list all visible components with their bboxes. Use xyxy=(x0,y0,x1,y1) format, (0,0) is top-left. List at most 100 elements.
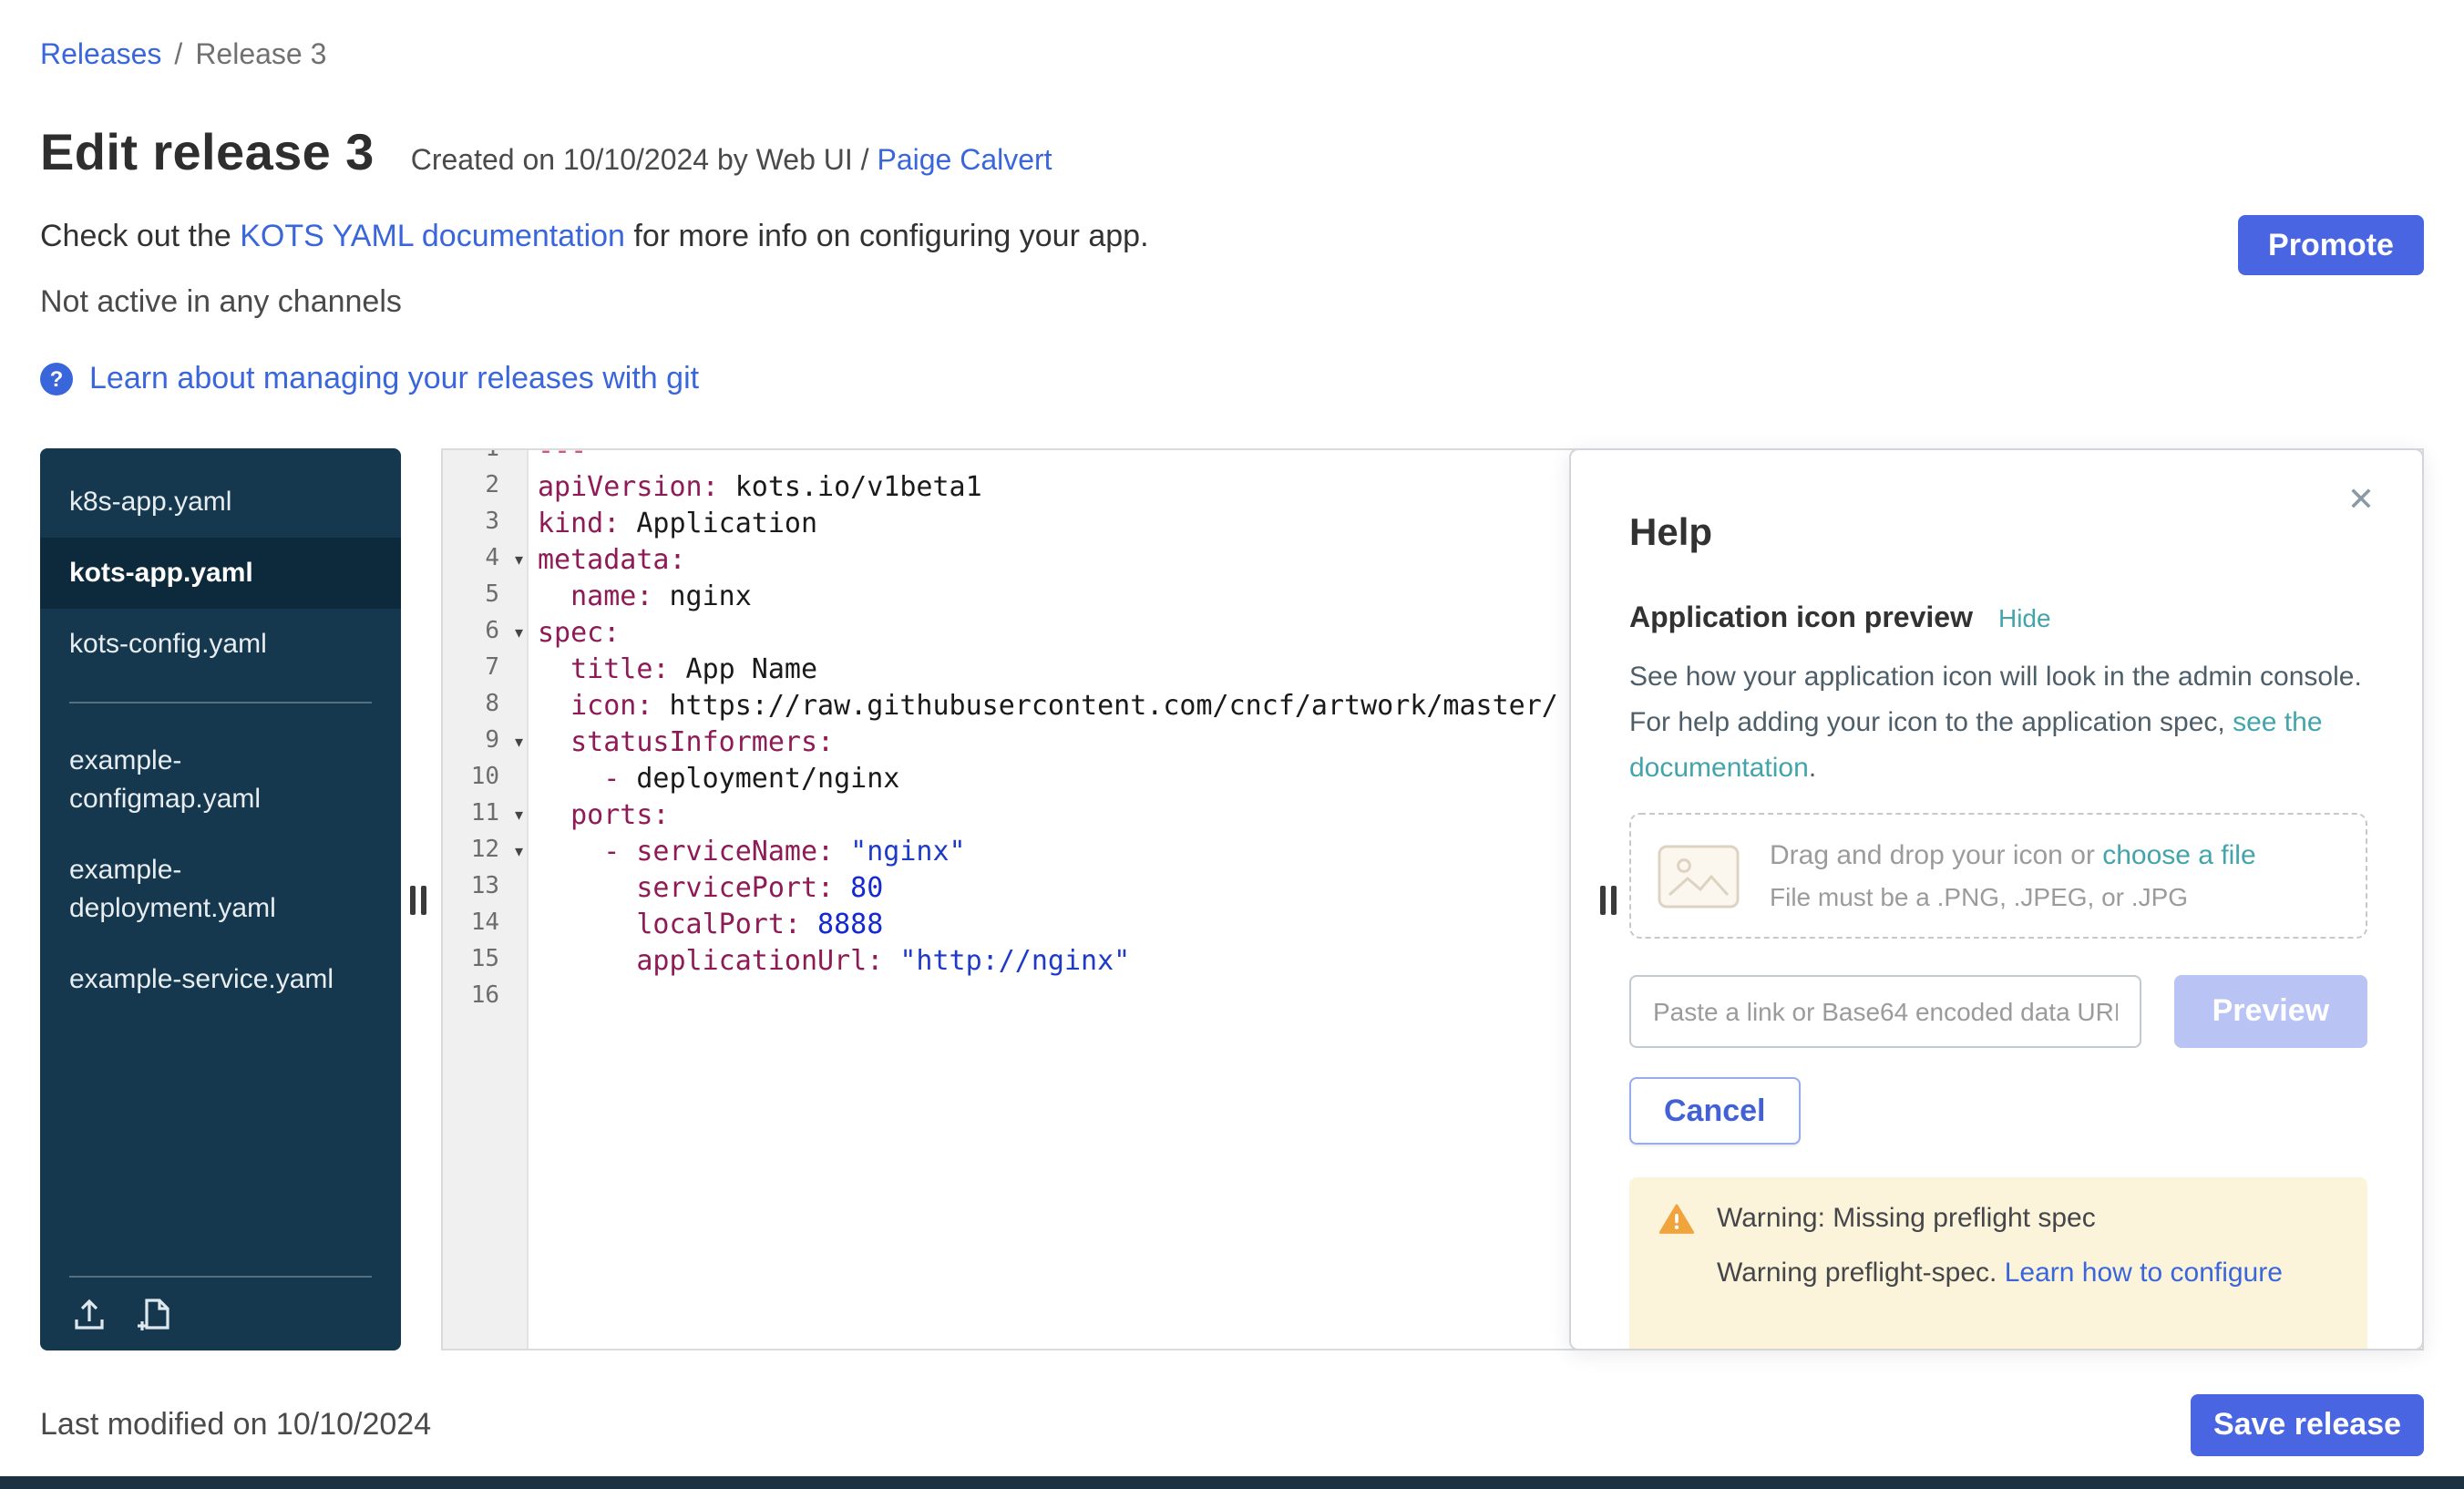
code-text: statusInformers: xyxy=(527,724,834,760)
kots-yaml-doc-link[interactable]: KOTS YAML documentation xyxy=(240,219,625,253)
line-number: 14 xyxy=(443,906,527,942)
warning-banner: Warning: Missing preflight spec Warning … xyxy=(1629,1177,2367,1350)
sidebar-actions xyxy=(69,1294,175,1334)
panel-resize-handle[interactable] xyxy=(1600,885,1617,914)
drop-instruction: Drag and drop your icon or xyxy=(1770,840,2102,871)
line-number: 16 xyxy=(443,979,527,1015)
file-tab-example-deployment.yaml[interactable]: example-deployment.yaml xyxy=(40,835,401,944)
dropzone-text: Drag and drop your icon or choose a file… xyxy=(1770,840,2256,911)
page-title: Edit release 3 xyxy=(40,124,375,182)
breadcrumb-separator: / xyxy=(174,40,182,73)
icon-preview-description: See how your application icon will look … xyxy=(1629,654,2367,791)
file-type-note: File must be a .PNG, .JPEG, or .JPG xyxy=(1770,882,2256,911)
breadcrumb: Releases / Release 3 xyxy=(40,40,2424,73)
code-text: title: App Name xyxy=(527,651,817,687)
icon-preview-title: Application icon preview xyxy=(1629,603,1973,636)
line-number: 11▾ xyxy=(443,796,527,833)
breadcrumb-current: Release 3 xyxy=(195,40,326,73)
line-number: 13 xyxy=(443,869,527,906)
code-text: kind: Application xyxy=(527,505,817,541)
configure-preflight-link[interactable]: Learn how to configure xyxy=(2005,1258,2283,1289)
sidebar-resize-handle[interactable] xyxy=(410,885,426,914)
code-text: applicationUrl: "http://nginx" xyxy=(527,942,1130,979)
code-text: name: nginx xyxy=(527,578,752,614)
fold-caret-icon[interactable]: ▾ xyxy=(515,796,523,833)
icon-url-row: Preview xyxy=(1629,975,2367,1048)
cancel-button[interactable]: Cancel xyxy=(1629,1077,1801,1145)
warning-detail: Warning preflight-spec. xyxy=(1717,1258,2005,1289)
question-mark-icon: ? xyxy=(40,363,73,395)
doc-sentence-suffix: for more info on configuring your app. xyxy=(625,219,1149,253)
git-releases-link[interactable]: Learn about managing your releases with … xyxy=(89,361,699,397)
warning-text: Warning: Missing preflight spec Warning … xyxy=(1717,1203,2283,1289)
footer: Last modified on 10/10/2024 Save release xyxy=(40,1394,2424,1456)
file-tab-k8s-app.yaml[interactable]: k8s-app.yaml xyxy=(40,467,401,538)
created-info: Created on 10/10/2024 by Web UI / Paige … xyxy=(411,146,1052,179)
sidebar-divider xyxy=(69,1276,372,1278)
fold-caret-icon[interactable]: ▾ xyxy=(515,614,523,651)
author-link[interactable]: Paige Calvert xyxy=(877,146,1052,177)
git-help-row: ? Learn about managing your releases wit… xyxy=(40,361,2424,397)
line-number: 15 xyxy=(443,942,527,979)
icon-dropzone[interactable]: Drag and drop your icon or choose a file… xyxy=(1629,813,2367,939)
line-number: 12▾ xyxy=(443,833,527,869)
icon-url-input[interactable] xyxy=(1629,975,2141,1048)
code-text: icon: https://raw.githubusercontent.com/… xyxy=(527,687,1558,724)
line-number: 9▾ xyxy=(443,724,527,760)
line-number: 2 xyxy=(443,468,527,505)
choose-file-link[interactable]: choose a file xyxy=(2102,840,2255,871)
file-group-divider xyxy=(69,702,372,703)
edit-release-page: Releases / Release 3 Edit release 3 Crea… xyxy=(0,0,2464,1489)
created-text: Created on 10/10/2024 by Web UI / xyxy=(411,146,869,177)
fold-caret-icon[interactable]: ▾ xyxy=(515,833,523,869)
help-title: Help xyxy=(1629,512,2367,556)
line-number: 7 xyxy=(443,651,527,687)
code-text: - serviceName: "nginx" xyxy=(527,833,966,869)
warning-title: Warning: Missing preflight spec xyxy=(1717,1203,2283,1234)
code-text: ports: xyxy=(527,796,670,833)
code-text: - deployment/nginx xyxy=(527,760,899,796)
code-text: apiVersion: kots.io/v1beta1 xyxy=(527,468,982,505)
save-release-button[interactable]: Save release xyxy=(2191,1394,2424,1456)
line-number: 5 xyxy=(443,578,527,614)
code-text xyxy=(527,979,538,1015)
preview-button[interactable]: Preview xyxy=(2174,975,2367,1048)
file-sidebar: k8s-app.yamlkots-app.yamlkots-config.yam… xyxy=(40,448,401,1350)
code-text: --- xyxy=(527,448,587,468)
fold-caret-icon[interactable]: ▾ xyxy=(515,724,523,760)
close-icon[interactable]: ✕ xyxy=(2336,479,2386,521)
code-text: localPort: 8888 xyxy=(527,906,883,942)
last-modified: Last modified on 10/10/2024 xyxy=(40,1407,431,1443)
file-tab-example-service.yaml[interactable]: example-service.yaml xyxy=(40,944,401,1015)
promote-button[interactable]: Promote xyxy=(2238,215,2424,275)
file-tab-kots-config.yaml[interactable]: kots-config.yaml xyxy=(40,609,401,680)
upload-file-icon[interactable] xyxy=(69,1294,109,1334)
line-number: 8 xyxy=(443,687,527,724)
image-placeholder-icon xyxy=(1657,843,1740,909)
channel-status: Not active in any channels xyxy=(40,284,2424,321)
line-number: 10 xyxy=(443,760,527,796)
file-tab-example-configmap.yaml[interactable]: example-configmap.yaml xyxy=(40,725,401,835)
icon-preview-header: Application icon preview Hide xyxy=(1629,603,2367,636)
file-tab-kots-app.yaml[interactable]: kots-app.yaml xyxy=(40,538,401,609)
help-panel: ✕ Help Application icon preview Hide See… xyxy=(1569,448,2424,1350)
release-workspace: k8s-app.yamlkots-app.yamlkots-config.yam… xyxy=(40,448,2424,1350)
add-file-icon[interactable] xyxy=(135,1294,175,1334)
page-content: Releases / Release 3 Edit release 3 Crea… xyxy=(0,0,2464,1449)
description-suffix: . xyxy=(1809,753,1816,784)
hide-link[interactable]: Hide xyxy=(1998,603,2051,632)
code-text: spec: xyxy=(527,614,620,651)
warning-icon xyxy=(1658,1203,1695,1236)
fold-caret-icon[interactable]: ▾ xyxy=(515,541,523,578)
doc-sentence: Check out the KOTS YAML documentation fo… xyxy=(40,219,2424,255)
code-text: servicePort: 80 xyxy=(527,869,883,906)
line-number: 1 xyxy=(443,448,527,468)
line-number: 4▾ xyxy=(443,541,527,578)
breadcrumb-releases-link[interactable]: Releases xyxy=(40,40,161,73)
line-number: 6▾ xyxy=(443,614,527,651)
code-text: metadata: xyxy=(527,541,686,578)
line-number: 3 xyxy=(443,505,527,541)
title-row: Edit release 3 Created on 10/10/2024 by … xyxy=(40,124,2424,182)
file-list: k8s-app.yamlkots-app.yamlkots-config.yam… xyxy=(40,467,401,1015)
bottom-bar xyxy=(0,1476,2464,1489)
